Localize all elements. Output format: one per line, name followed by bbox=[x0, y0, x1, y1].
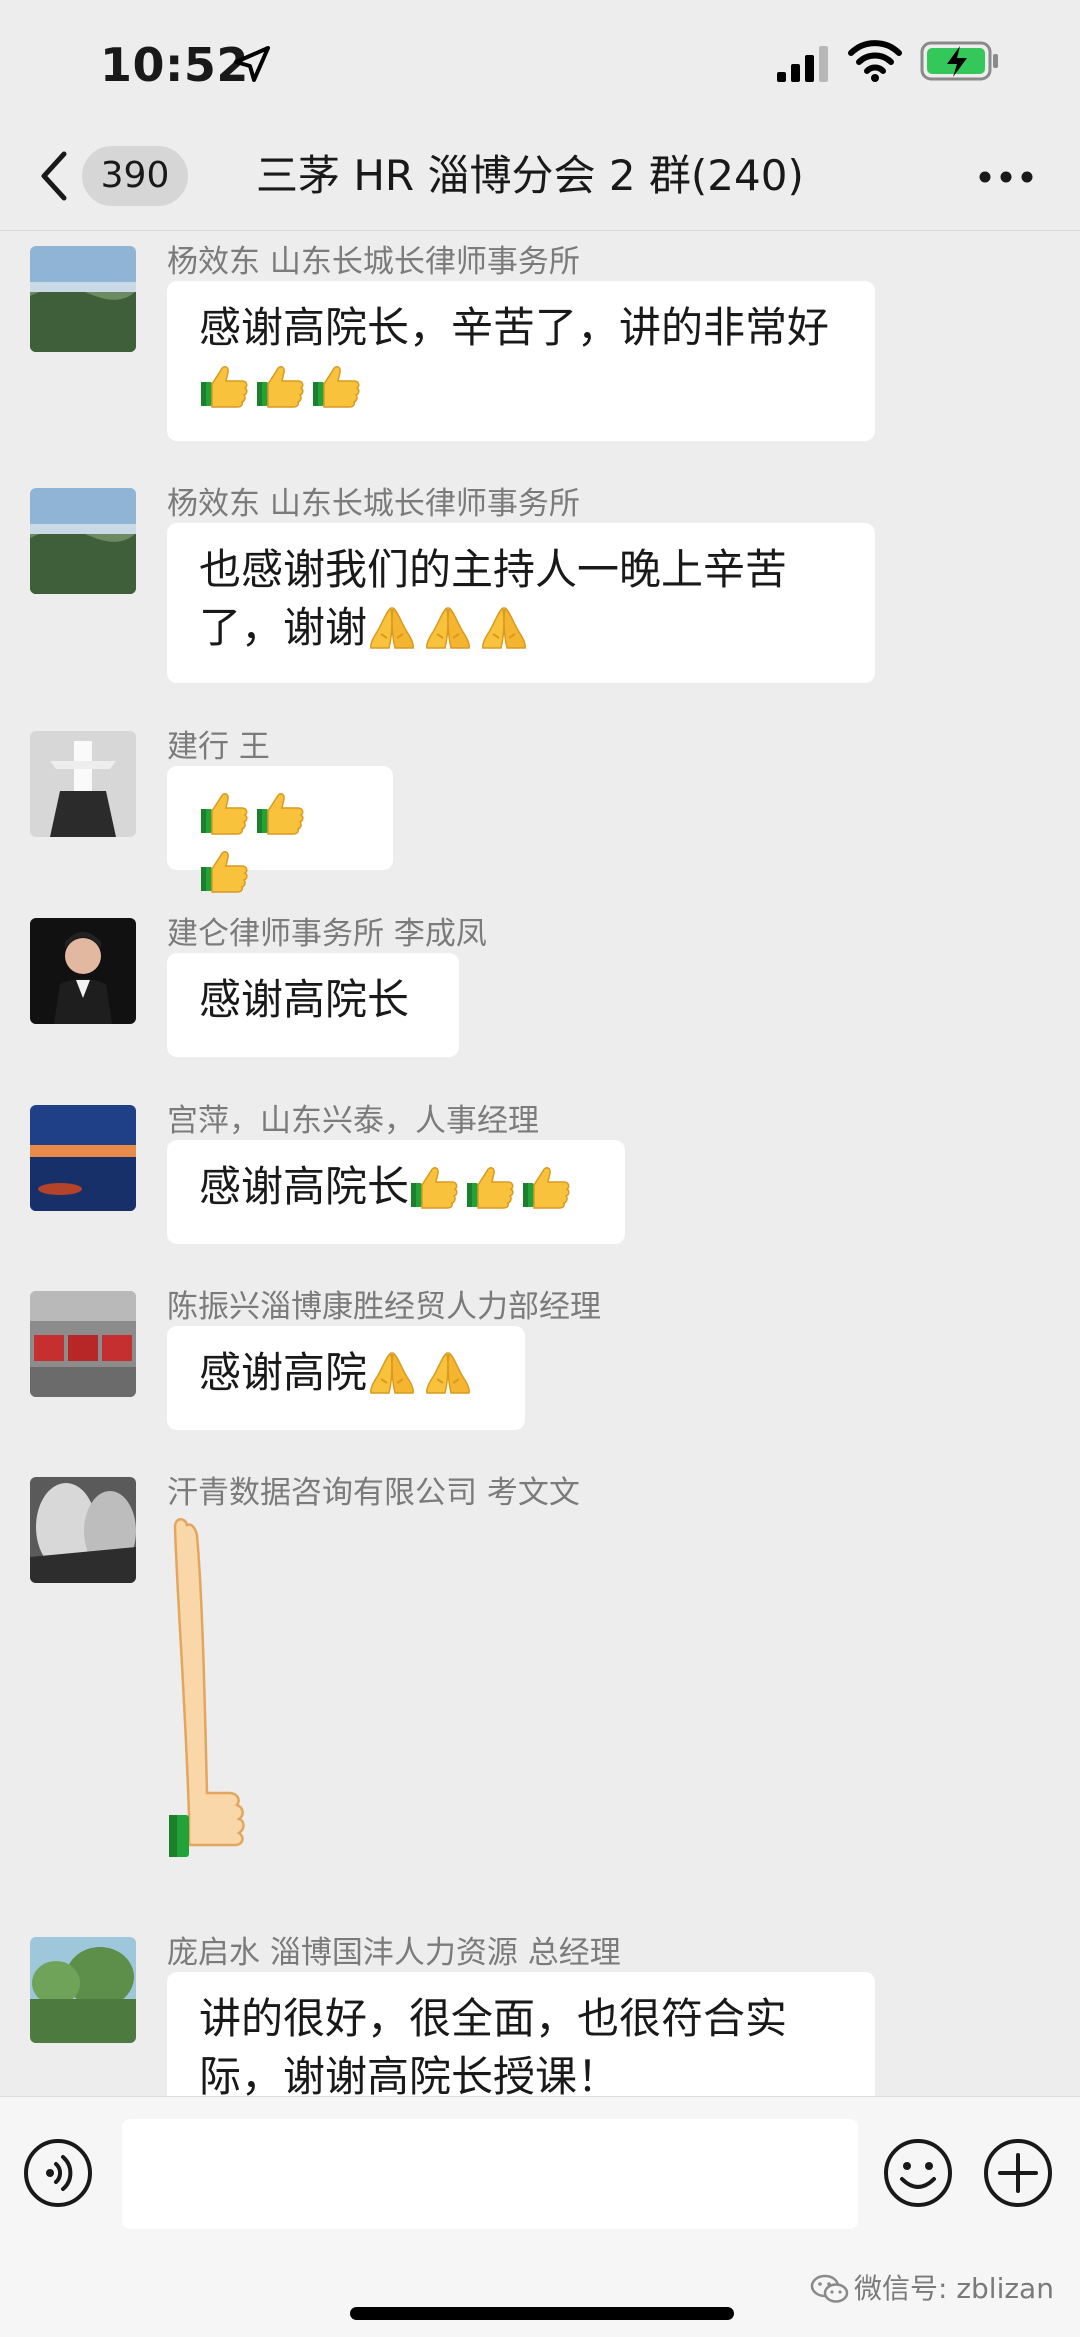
home-indicator bbox=[350, 2307, 734, 2320]
avatar[interactable] bbox=[30, 918, 136, 1024]
avatar[interactable] bbox=[30, 1291, 136, 1397]
thumbs-up-icon bbox=[409, 1163, 459, 1209]
avatar[interactable] bbox=[30, 731, 136, 837]
message-bubble[interactable] bbox=[167, 766, 393, 870]
pray-icon bbox=[367, 604, 417, 650]
wechat-logo-icon bbox=[810, 2274, 849, 2303]
battery-charging-icon bbox=[920, 41, 998, 81]
avatar[interactable] bbox=[30, 246, 136, 352]
sender-name: 汗青数据咨询有限公司 考文文 bbox=[167, 1475, 580, 1511]
thumbs-up-icon bbox=[311, 362, 361, 408]
avatar[interactable] bbox=[30, 1105, 136, 1211]
message-text: 讲的很好，很全面，也很符合实际，谢谢高院长授课！ bbox=[199, 1994, 788, 2101]
message-text: 感谢高院 bbox=[199, 1348, 368, 1397]
sender-name: 建仑律师事务所 李成凤 bbox=[167, 916, 487, 952]
sender-name: 杨效东 山东长城长律师事务所 bbox=[167, 486, 580, 522]
back-chevron-icon[interactable] bbox=[36, 148, 70, 204]
status-time: 10:52 bbox=[100, 38, 249, 92]
message-text: 感谢高院长 bbox=[199, 1162, 410, 1211]
status-bar: 10:52 bbox=[0, 0, 1080, 120]
thumbs-up-icon bbox=[465, 1163, 515, 1209]
long-thumbs-up-sticker[interactable] bbox=[167, 1515, 247, 1895]
more-functions-icon[interactable] bbox=[982, 2137, 1054, 2209]
avatar[interactable] bbox=[30, 1477, 136, 1583]
thumbs-up-icon bbox=[521, 1163, 571, 1209]
pray-icon bbox=[423, 1349, 473, 1395]
thumbs-up-icon bbox=[199, 362, 249, 408]
pray-icon bbox=[423, 604, 473, 650]
pray-icon bbox=[367, 1349, 417, 1395]
sender-name: 庞启水 淄博国沣人力资源 总经理 bbox=[167, 1935, 621, 1971]
cellular-signal-icon bbox=[777, 46, 828, 82]
message-bubble[interactable]: 感谢高院长，辛苦了，讲的非常好 bbox=[167, 281, 875, 441]
wifi-icon bbox=[848, 40, 902, 82]
message-text: 感谢高院长，辛苦了，讲的非常好 bbox=[199, 303, 830, 352]
unread-count-badge[interactable]: 390 bbox=[82, 146, 188, 206]
thumbs-up-icon bbox=[255, 362, 305, 408]
sender-name: 杨效东 山东长城长律师事务所 bbox=[167, 244, 580, 280]
thumbs-up-icon bbox=[199, 789, 249, 835]
message-bubble[interactable]: 也感谢我们的主持人一晚上辛苦了，谢谢 bbox=[167, 523, 875, 683]
thumbs-up-icon bbox=[255, 789, 305, 835]
watermark-text: 微信号: zblizan bbox=[854, 2272, 1054, 2305]
message-bubble[interactable]: 感谢高院长 bbox=[167, 1140, 625, 1244]
emoji-picker-icon[interactable] bbox=[882, 2137, 954, 2209]
message-text: 感谢高院长 bbox=[199, 975, 410, 1024]
chat-header: 390 三茅 HR 淄博分会 2 群(240) bbox=[0, 120, 1080, 231]
message-input[interactable] bbox=[122, 2119, 858, 2229]
message-bubble[interactable]: 感谢高院长 bbox=[167, 953, 459, 1057]
pray-icon bbox=[479, 604, 529, 650]
sender-name: 建行 王 bbox=[167, 729, 270, 765]
input-bar: 微信号: zblizan bbox=[0, 2096, 1080, 2337]
more-options-icon[interactable] bbox=[978, 170, 1034, 184]
voice-input-icon[interactable] bbox=[22, 2137, 94, 2209]
avatar[interactable] bbox=[30, 1937, 136, 2043]
message-bubble[interactable]: 感谢高院 bbox=[167, 1326, 525, 1430]
sender-name: 陈振兴淄博康胜经贸人力部经理 bbox=[167, 1289, 601, 1325]
avatar[interactable] bbox=[30, 488, 136, 594]
location-arrow-icon bbox=[234, 46, 270, 82]
thumbs-up-icon bbox=[199, 847, 249, 893]
chat-title: 三茅 HR 淄博分会 2 群(240) bbox=[256, 151, 804, 200]
watermark: 微信号: zblizan bbox=[810, 2267, 1054, 2307]
sender-name: 宫萍，山东兴泰，人事经理 bbox=[167, 1103, 539, 1139]
